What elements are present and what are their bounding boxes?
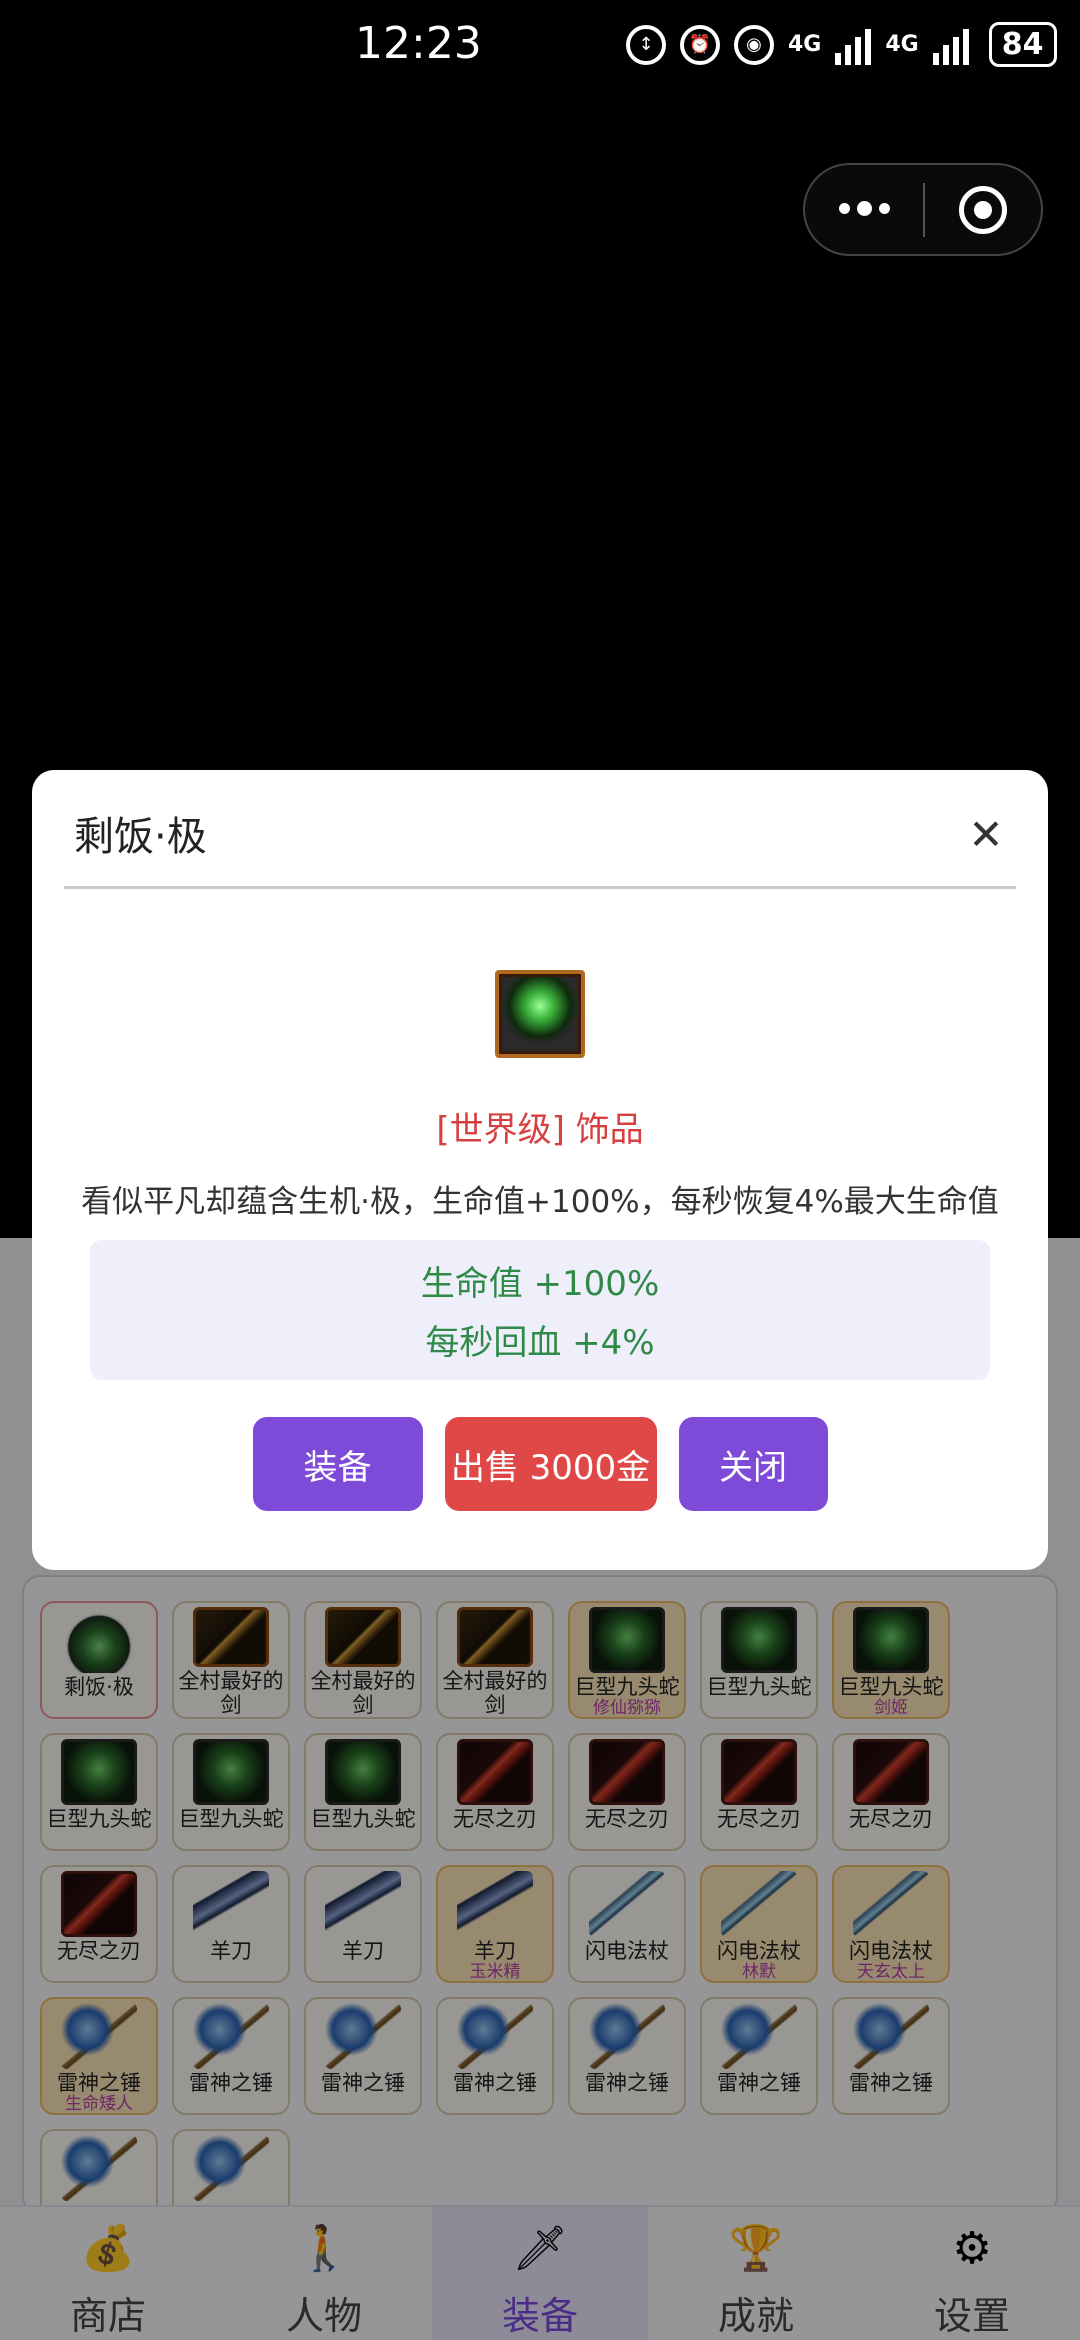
alarm-icon: ⏰: [680, 24, 720, 65]
stat-line: 生命值 +100%: [420, 1264, 660, 1304]
close-button[interactable]: 关闭: [678, 1417, 828, 1511]
status-icons: ↕ ⏰ ◉ 4G 4G 84: [626, 22, 1057, 67]
status-bar: 12:23 ↕ ⏰ ◉ 4G 4G 84: [0, 0, 1080, 95]
more-icon[interactable]: [805, 201, 923, 216]
network-type-2: 4G: [885, 32, 919, 57]
item-detail-modal: 剩饭·极 ✕ [世界级] 饰品 看似平凡却蕴含生机·极，生命值+100%，每秒恢…: [32, 770, 1048, 1570]
data-saver-icon: ↕: [626, 24, 666, 65]
miniprogram-capsule: [803, 163, 1043, 256]
clock: 12:23: [355, 18, 482, 69]
modal-title: 剩饭·极: [74, 814, 207, 860]
rice-bowl-icon: [495, 970, 585, 1058]
hotspot-icon: ◉: [734, 24, 774, 65]
item-description: 看似平凡却蕴含生机·极，生命值+100%，每秒恢复4%最大生命值: [81, 1184, 999, 1220]
close-miniprogram-icon[interactable]: [925, 185, 1041, 234]
modal-actions: 装备 出售 3000金 关闭: [32, 1417, 1048, 1511]
signal-icon: [835, 25, 872, 65]
modal-divider: [64, 886, 1016, 889]
equip-button[interactable]: 装备: [252, 1417, 423, 1511]
stat-line: 每秒回血 +4%: [425, 1323, 655, 1363]
item-stats: 生命值 +100% 每秒回血 +4%: [90, 1240, 990, 1380]
close-icon[interactable]: ✕: [962, 810, 1010, 859]
network-type-1: 4G: [788, 32, 822, 57]
battery-icon: 84: [988, 22, 1057, 67]
signal-icon-2: [932, 25, 969, 65]
sell-button[interactable]: 出售 3000金: [444, 1417, 657, 1511]
item-quality: [世界级] 饰品: [436, 1110, 644, 1150]
